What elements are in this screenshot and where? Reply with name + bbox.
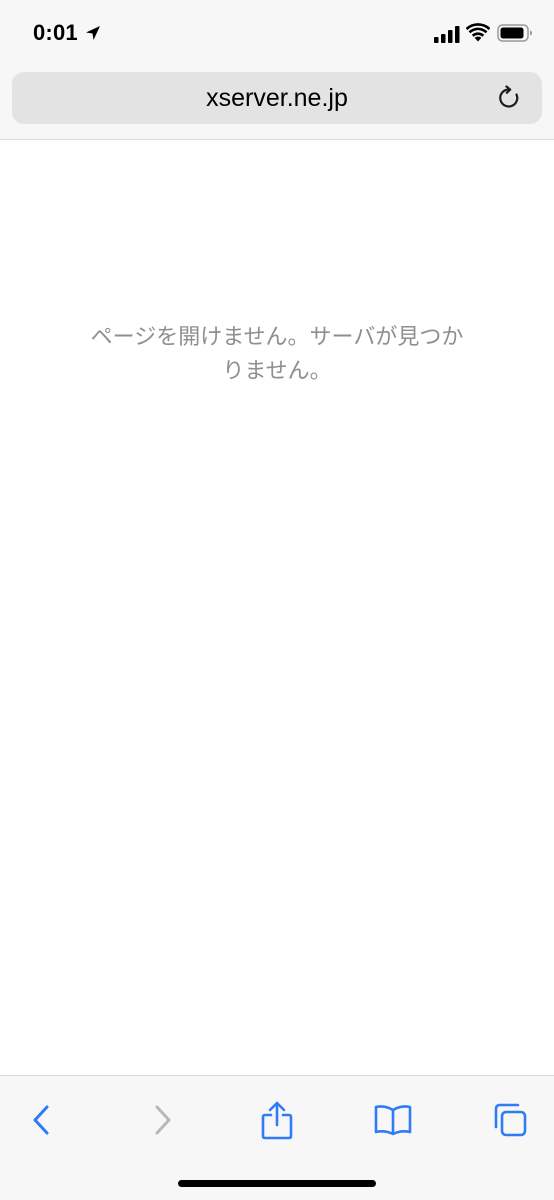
reload-icon[interactable] [496, 85, 522, 111]
tabs-icon [494, 1103, 527, 1137]
share-button[interactable] [255, 1098, 299, 1142]
chevron-left-icon [33, 1105, 49, 1135]
bookmarks-button[interactable] [371, 1098, 415, 1142]
battery-icon [497, 24, 532, 42]
status-time: 0:01 [33, 20, 78, 45]
error-message-line-2: りません。 [222, 358, 332, 383]
back-button[interactable] [20, 1098, 64, 1142]
share-icon [261, 1101, 293, 1140]
book-icon [374, 1105, 412, 1136]
url-text[interactable]: xserver.ne.jp [12, 72, 542, 124]
tabs-button[interactable] [488, 1098, 532, 1142]
wifi-icon [466, 23, 490, 42]
location-arrow-icon [86, 26, 100, 40]
page-content: ページを開けません。サーバが見つか りません。 [0, 140, 554, 1075]
safari-screen: 0:01 xserver.ne.jp ページを開けません。サーバが見つか りませ… [0, 0, 554, 1200]
error-message: ページを開けません。サーバが見つか りません。 [70, 320, 484, 388]
top-chrome: 0:01 xserver.ne.jp [0, 0, 554, 140]
cellular-signal-icon [434, 26, 460, 43]
home-indicator[interactable] [178, 1180, 376, 1187]
address-bar[interactable]: xserver.ne.jp [12, 72, 542, 124]
bottom-toolbar [0, 1075, 554, 1200]
chevron-right-icon [155, 1105, 171, 1135]
forward-button[interactable] [140, 1098, 184, 1142]
error-message-line-1: ページを開けません。サーバが見つか [90, 324, 464, 349]
status-bar: 0:01 [0, 0, 554, 66]
